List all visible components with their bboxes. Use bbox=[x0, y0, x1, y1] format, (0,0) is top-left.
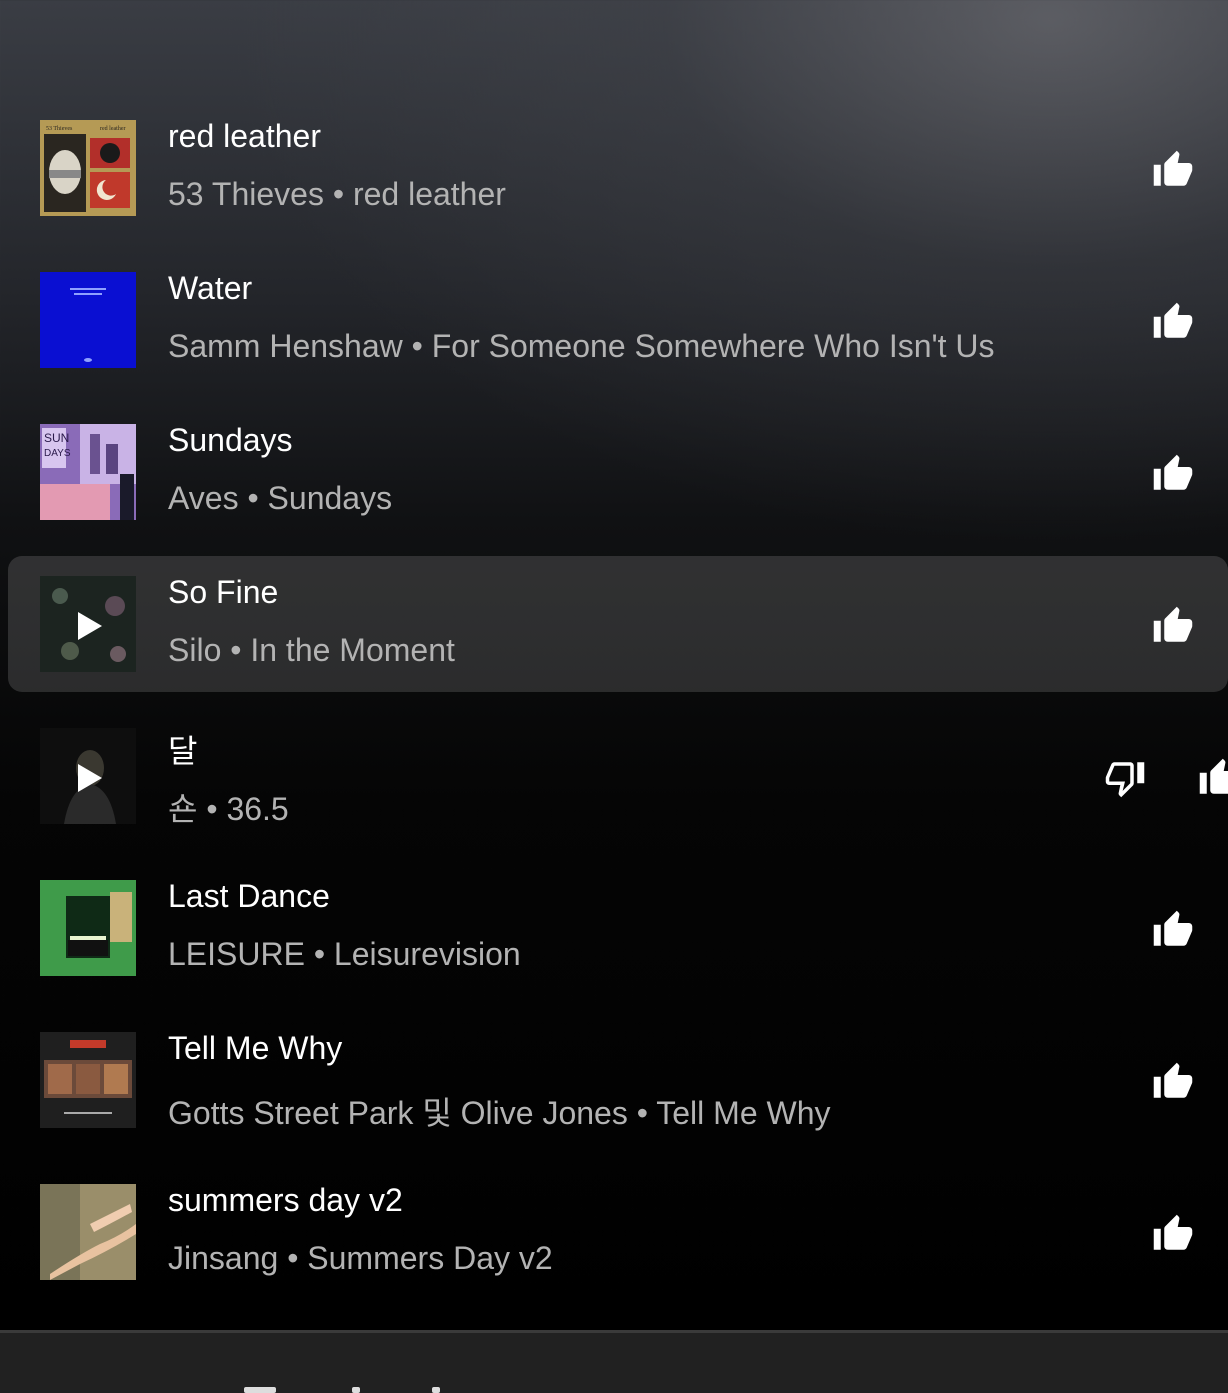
song-subtitle: Samm Henshaw • For Someone Somewhere Who… bbox=[168, 328, 995, 365]
album-art: 53 Thieves red leather bbox=[40, 120, 136, 216]
separator: • bbox=[323, 176, 353, 212]
thumb-up-icon[interactable] bbox=[1152, 149, 1194, 191]
song-subtitle: Gotts Street Park 및 Olive Jones • Tell M… bbox=[168, 1088, 831, 1134]
song-subtitle: Aves • Sundays bbox=[168, 480, 392, 517]
separator: • bbox=[627, 1095, 657, 1131]
separator: • bbox=[304, 936, 334, 972]
bottom-bar-icon[interactable] bbox=[432, 1387, 440, 1393]
queue-item[interactable]: summers day v2 Jinsang • Summers Day v2 bbox=[8, 1164, 1228, 1300]
album-art bbox=[40, 272, 136, 368]
song-title: Water bbox=[168, 270, 253, 306]
bottom-bar-icon[interactable] bbox=[352, 1387, 360, 1393]
thumb-up-icon[interactable] bbox=[1152, 909, 1194, 951]
song-title: Tell Me Why bbox=[168, 1030, 343, 1066]
artist-name: Silo bbox=[168, 632, 222, 668]
bottom-bar bbox=[0, 1330, 1228, 1393]
song-subtitle: Silo • In the Moment bbox=[168, 632, 455, 669]
song-subtitle: LEISURE • Leisurevision bbox=[168, 936, 521, 973]
song-title: Sundays bbox=[168, 422, 293, 458]
separator: • bbox=[197, 791, 227, 827]
album-art bbox=[40, 728, 136, 824]
album-name: Sundays bbox=[267, 480, 393, 516]
album-name: 36.5 bbox=[226, 791, 289, 827]
svg-text:53 Thieves: 53 Thieves bbox=[46, 126, 73, 132]
thumb-up-icon[interactable] bbox=[1152, 301, 1194, 343]
thumb-up-icon[interactable] bbox=[1198, 757, 1228, 799]
bottom-bar-icon[interactable] bbox=[244, 1387, 276, 1393]
thumb-up-icon[interactable] bbox=[1152, 453, 1194, 495]
thumb-up-icon[interactable] bbox=[1152, 1213, 1194, 1255]
thumb-down-icon[interactable] bbox=[1104, 757, 1146, 799]
svg-text:SUN: SUN bbox=[44, 431, 69, 445]
album-name: red leather bbox=[352, 176, 506, 212]
queue-item[interactable]: Tell Me Why Gotts Street Park 및 Olive Jo… bbox=[8, 1012, 1228, 1148]
song-title: red leather bbox=[168, 118, 321, 154]
queue-item[interactable]: 달 숀 • 36.5 bbox=[8, 708, 1228, 844]
album-name: In the Moment bbox=[250, 632, 455, 668]
queue-item[interactable]: 53 Thieves red leather red leather 53 Th… bbox=[8, 100, 1228, 236]
play-icon[interactable] bbox=[78, 612, 102, 640]
artist-name: LEISURE bbox=[168, 936, 305, 972]
album-name: Leisurevision bbox=[333, 936, 521, 972]
album-art bbox=[40, 880, 136, 976]
song-title: So Fine bbox=[168, 574, 279, 610]
separator: • bbox=[278, 1240, 308, 1276]
song-title: summers day v2 bbox=[168, 1182, 403, 1218]
album-art: SUN DAYS bbox=[40, 424, 136, 520]
song-subtitle: Jinsang • Summers Day v2 bbox=[168, 1240, 553, 1277]
artist-name: Gotts Street Park 및 Olive Jones bbox=[168, 1095, 628, 1131]
artist-name: Aves bbox=[168, 480, 239, 516]
queue-item[interactable]: Water Samm Henshaw • For Someone Somewhe… bbox=[8, 252, 1228, 388]
artist-name: Samm Henshaw bbox=[168, 328, 403, 364]
artist-name: Jinsang bbox=[168, 1240, 279, 1276]
album-art bbox=[40, 1184, 136, 1280]
separator: • bbox=[238, 480, 268, 516]
song-subtitle: 53 Thieves • red leather bbox=[168, 176, 506, 213]
artist-name: 숀 bbox=[168, 791, 198, 827]
album-name: For Someone Somewhere Who Isn't Us bbox=[431, 328, 995, 364]
album-art bbox=[40, 1032, 136, 1128]
separator: • bbox=[402, 328, 432, 364]
thumb-up-icon[interactable] bbox=[1152, 1061, 1194, 1103]
album-art bbox=[40, 576, 136, 672]
play-icon[interactable] bbox=[78, 764, 102, 792]
song-title: Last Dance bbox=[168, 878, 330, 914]
queue-item[interactable]: Last Dance LEISURE • Leisurevision bbox=[8, 860, 1228, 996]
album-name: Tell Me Why bbox=[656, 1095, 831, 1131]
queue-item[interactable]: SUN DAYS Sundays Aves • Sundays bbox=[8, 404, 1228, 540]
svg-text:red leather: red leather bbox=[100, 126, 125, 132]
album-name: Summers Day v2 bbox=[307, 1240, 553, 1276]
song-title: 달 bbox=[168, 733, 198, 769]
thumb-up-icon[interactable] bbox=[1152, 605, 1194, 647]
artist-name: 53 Thieves bbox=[168, 176, 324, 212]
song-subtitle: 숀 • 36.5 bbox=[168, 784, 289, 830]
svg-text:DAYS: DAYS bbox=[44, 448, 71, 459]
queue-item-active[interactable]: So Fine Silo • In the Moment bbox=[8, 556, 1228, 692]
separator: • bbox=[221, 632, 251, 668]
